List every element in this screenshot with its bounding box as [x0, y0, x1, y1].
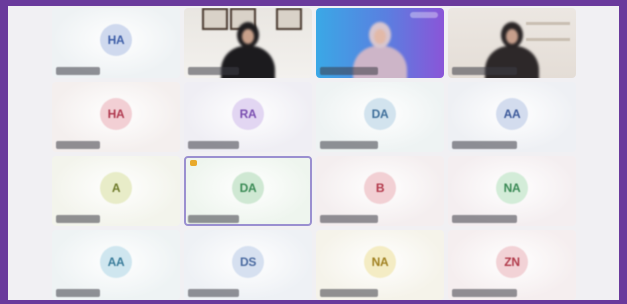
participant-tile[interactable]: [316, 8, 444, 78]
participant-tile[interactable]: [184, 8, 312, 78]
raised-hand-icon: [190, 160, 197, 166]
participant-avatar: DA: [232, 172, 264, 204]
participant-avatar: AA: [100, 246, 132, 278]
participant-avatar: DS: [232, 246, 264, 278]
participant-name-tag: [56, 141, 100, 149]
participant-tile[interactable]: HA: [52, 82, 180, 152]
participant-name-tag: [452, 289, 517, 297]
participant-avatar: HA: [100, 98, 132, 130]
participant-avatar: DA: [364, 98, 396, 130]
participant-tile[interactable]: HA: [52, 8, 180, 78]
participant-name-tag: [452, 67, 517, 75]
participant-tile[interactable]: B: [316, 156, 444, 226]
participant-grid: HA HA RA DA AA A DA B NA AA DS NA ZN: [52, 8, 588, 304]
participant-tile[interactable]: ZN: [448, 230, 576, 300]
participant-avatar: RA: [232, 98, 264, 130]
participant-tile[interactable]: NA: [316, 230, 444, 300]
participant-name-tag: [188, 289, 239, 297]
participant-avatar: AA: [496, 98, 528, 130]
participant-name-tag: [452, 215, 517, 223]
participant-tile[interactable]: RA: [184, 82, 312, 152]
participant-tile[interactable]: A: [52, 156, 180, 226]
participant-name-tag: [320, 289, 378, 297]
participant-name-tag: [320, 67, 378, 75]
participant-tile[interactable]: AA: [52, 230, 180, 300]
participant-tile[interactable]: DA: [184, 156, 312, 226]
meeting-window: HA HA RA DA AA A DA B NA AA DS NA ZN: [0, 0, 627, 304]
virtual-background-icon: [410, 12, 438, 18]
participant-avatar: B: [364, 172, 396, 204]
participant-tile[interactable]: [448, 8, 576, 78]
participant-avatar: ZN: [496, 246, 528, 278]
participant-name-tag: [320, 141, 378, 149]
participant-name-tag: [452, 141, 517, 149]
participant-tile[interactable]: AA: [448, 82, 576, 152]
participant-avatar: NA: [496, 172, 528, 204]
participant-tile[interactable]: NA: [448, 156, 576, 226]
participant-name-tag: [56, 215, 100, 223]
participant-avatar: A: [100, 172, 132, 204]
participant-name-tag: [56, 289, 100, 297]
participant-tile[interactable]: DS: [184, 230, 312, 300]
participant-avatar: NA: [364, 246, 396, 278]
participant-name-tag: [188, 67, 239, 75]
participant-name-tag: [188, 215, 239, 223]
participant-name-tag: [56, 67, 100, 75]
participant-tile[interactable]: DA: [316, 82, 444, 152]
participant-avatar: HA: [100, 24, 132, 56]
participant-name-tag: [188, 141, 239, 149]
participant-name-tag: [320, 215, 378, 223]
